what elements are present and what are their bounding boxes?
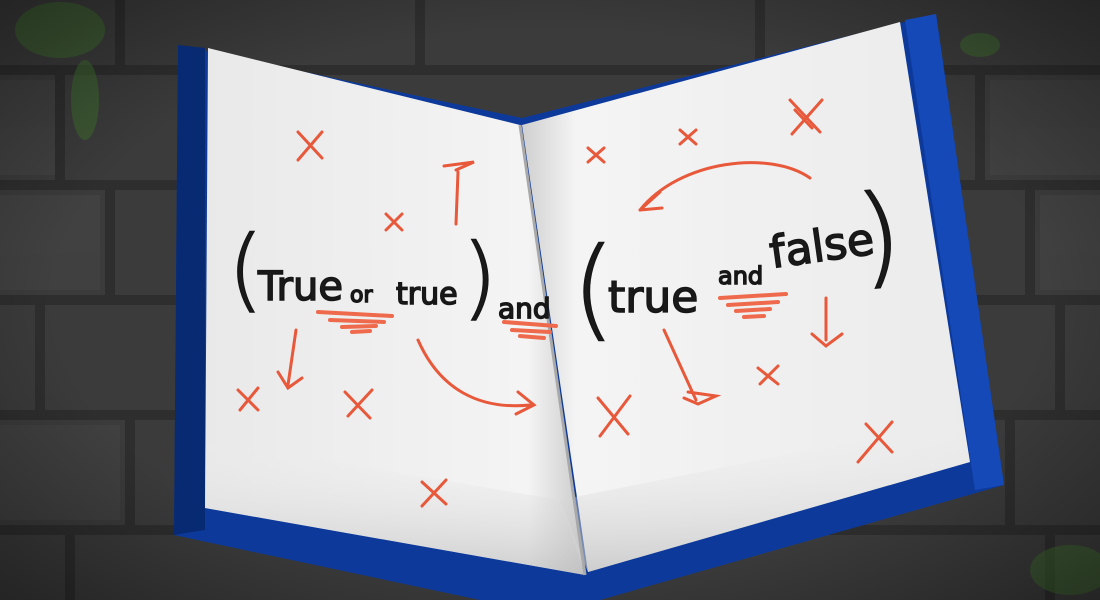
- op-or: or: [350, 283, 373, 308]
- close-paren-1: ): [462, 225, 497, 330]
- op-and-inner: and: [718, 262, 763, 290]
- op-and-main: and: [498, 292, 551, 325]
- word-true-2: true: [396, 277, 458, 312]
- word-true-3: true: [608, 272, 698, 323]
- book-illustration: ( True or true ) and ( true and false ): [0, 0, 1100, 600]
- word-true-1: True: [257, 264, 343, 310]
